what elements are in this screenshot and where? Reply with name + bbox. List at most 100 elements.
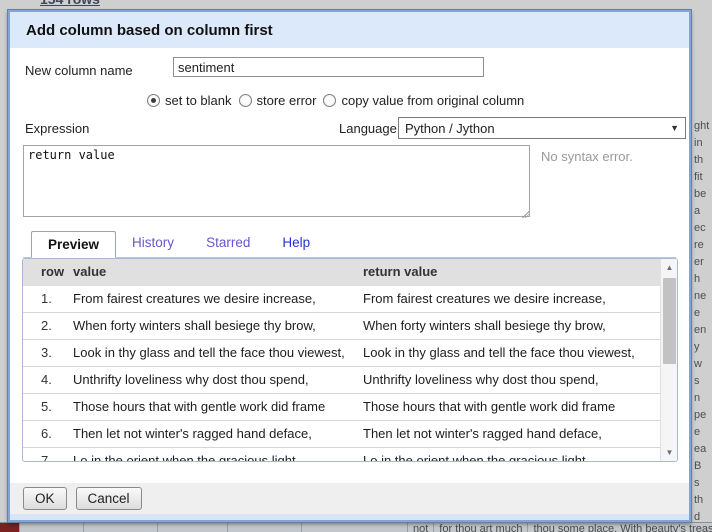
preview-panel: row value return value 1. From fairest c… [22, 258, 678, 462]
resize-grip-icon[interactable] [522, 211, 529, 218]
background-cells-text: notfor thou art muchthou some place, Wit… [408, 523, 712, 532]
background-text-cell: thou some place, With beauty's treasure … [528, 523, 712, 532]
new-column-name-label: New column name [25, 63, 133, 78]
background-text-fragment: e [692, 424, 712, 441]
language-select-value: Python / Jython [405, 121, 495, 136]
dialog-body: New column name set to blank store error… [10, 48, 689, 483]
row-return-value: Then let not winter's ragged hand deface… [363, 426, 602, 441]
row-value: From fairest creatures we desire increas… [73, 291, 316, 306]
background-empty-cell [228, 523, 302, 532]
scroll-down-icon[interactable]: ▼ [661, 444, 678, 461]
row-value: When forty winters shall besiege thy bro… [73, 318, 316, 333]
row-index: 3. [41, 345, 52, 360]
tab[interactable]: Help [266, 230, 326, 257]
row-value: Those hours that with gentle work did fr… [73, 399, 325, 414]
background-text-fragment: ne [692, 288, 712, 305]
row-count-label: 154 rows [40, 0, 100, 7]
row-return-value: When forty winters shall besiege thy bro… [363, 318, 606, 333]
chevron-down-icon: ▼ [670, 123, 679, 133]
radio-icon[interactable] [323, 94, 336, 107]
tab[interactable]: History [116, 230, 190, 257]
scroll-up-icon[interactable]: ▲ [661, 259, 678, 276]
dialog-bottom-band [10, 514, 689, 520]
error-option[interactable]: copy value from original column [323, 93, 524, 108]
on-error-options: set to blank store error copy value from… [147, 93, 524, 108]
preview-table-row: 2. When forty winters shall besiege thy … [23, 313, 660, 340]
background-text-fragment: pe [692, 407, 712, 424]
preview-table-header: row value return value [23, 259, 660, 286]
language-select[interactable]: Python / Jython ▼ [398, 117, 686, 139]
row-value: Then let not winter's ragged hand deface… [73, 426, 312, 441]
cancel-button[interactable]: Cancel [76, 487, 142, 510]
row-value: Look in thy glass and tell the face thou… [73, 345, 345, 360]
preview-table-row: 7. Lo in the orient when the gracious li… [23, 448, 660, 462]
background-text-fragment: s [692, 373, 712, 390]
row-index: 6. [41, 426, 52, 441]
error-option[interactable]: store error [239, 93, 317, 108]
new-column-name-input[interactable] [173, 57, 484, 77]
row-value: Lo in the orient when the gracious light [73, 453, 296, 462]
row-index: 2. [41, 318, 52, 333]
background-red-cell [0, 523, 20, 532]
background-header-strip: 154 rows [0, 0, 712, 10]
syntax-status: No syntax error. [541, 149, 633, 164]
column-header-value: value [73, 264, 106, 279]
background-empty-cell [302, 523, 408, 532]
error-option-label: store error [257, 93, 317, 108]
background-text-fragment: ea [692, 441, 712, 458]
error-option[interactable]: set to blank [147, 93, 232, 108]
preview-table-row: 1. From fairest creatures we desire incr… [23, 286, 660, 313]
screen: 154 rows ghtinthfitbeaecreerhneeenywsnpe… [0, 0, 712, 532]
preview-table-row: 5. Those hours that with gentle work did… [23, 394, 660, 421]
ok-button[interactable]: OK [23, 487, 67, 510]
language-label: Language [339, 121, 397, 136]
background-text-fragment: n [692, 390, 712, 407]
background-text-fragment: re [692, 237, 712, 254]
background-text-cell: for thou art much [434, 523, 528, 532]
background-text-fragment: B [692, 458, 712, 475]
row-return-value: From fairest creatures we desire increas… [363, 291, 606, 306]
error-option-label: copy value from original column [341, 93, 524, 108]
row-index: 7. [41, 453, 52, 462]
row-value: Unthrifty loveliness why dost thou spend… [73, 372, 309, 387]
background-text-fragment: w [692, 356, 712, 373]
background-text-fragment: e [692, 305, 712, 322]
background-text-fragment: be [692, 186, 712, 203]
row-return-value: Those hours that with gentle work did fr… [363, 399, 615, 414]
row-index: 4. [41, 372, 52, 387]
add-column-dialog: Add column based on column first New col… [8, 10, 691, 522]
background-table-row: notfor thou art muchthou some place, Wit… [0, 522, 712, 532]
background-text-fragment: th [692, 492, 712, 509]
background-empty-cell [84, 523, 158, 532]
column-header-row: row [41, 264, 64, 279]
preview-scrollbar[interactable]: ▲ ▼ [660, 259, 677, 461]
row-index: 1. [41, 291, 52, 306]
row-return-value: Look in thy glass and tell the face thou… [363, 345, 635, 360]
background-text-fragment: h [692, 271, 712, 288]
tab[interactable]: Preview [31, 231, 116, 258]
background-text-fragment: s [692, 475, 712, 492]
background-text-fragment: er [692, 254, 712, 271]
background-text-fragment: fit [692, 169, 712, 186]
row-return-value: Unthrifty loveliness why dost thou spend… [363, 372, 599, 387]
preview-table-row: 3. Look in thy glass and tell the face t… [23, 340, 660, 367]
tab[interactable]: Starred [190, 230, 266, 257]
background-text-fragment: y [692, 339, 712, 356]
error-option-label: set to blank [165, 93, 232, 108]
preview-table-body: 1. From fairest creatures we desire incr… [23, 286, 660, 462]
row-index: 5. [41, 399, 52, 414]
background-text-cell: not [408, 523, 434, 532]
dialog-footer: OK Cancel [10, 483, 689, 514]
background-text-fragment: ec [692, 220, 712, 237]
tab-bar: PreviewHistoryStarredHelp [23, 231, 676, 258]
preview-table-row: 4. Unthrifty loveliness why dost thou sp… [23, 367, 660, 394]
expression-input[interactable]: return value [23, 145, 530, 217]
radio-icon[interactable] [147, 94, 160, 107]
radio-icon[interactable] [239, 94, 252, 107]
background-text-fragment: th [692, 152, 712, 169]
background-text-fragment: en [692, 322, 712, 339]
scrollbar-thumb[interactable] [663, 278, 676, 364]
expression-label: Expression [25, 121, 89, 136]
preview-table-row: 6. Then let not winter's ragged hand def… [23, 421, 660, 448]
background-empty-cell [158, 523, 228, 532]
